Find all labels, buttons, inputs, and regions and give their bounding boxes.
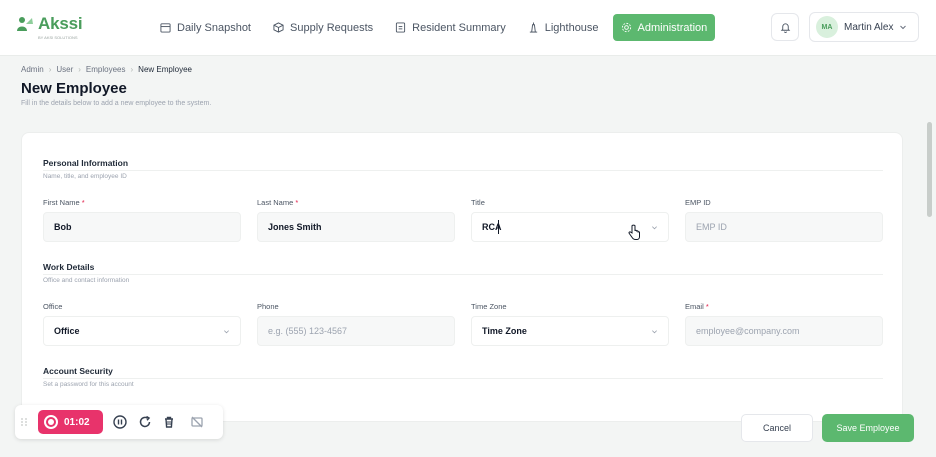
nav-daily-snapshot[interactable]: Daily Snapshot bbox=[152, 14, 259, 41]
pause-icon[interactable] bbox=[113, 415, 127, 429]
record-icon bbox=[44, 415, 58, 429]
box-icon bbox=[273, 22, 284, 33]
drag-handle-icon[interactable] bbox=[20, 417, 28, 427]
breadcrumb-separator-icon: › bbox=[130, 65, 134, 74]
page-scrollbar[interactable] bbox=[927, 122, 932, 217]
emp-id-field[interactable]: EMP ID bbox=[685, 212, 883, 242]
nav-supply-requests[interactable]: Supply Requests bbox=[265, 14, 381, 41]
last-name-value: Jones Smith bbox=[268, 222, 322, 232]
section-divider bbox=[43, 378, 883, 379]
breadcrumb-admin[interactable]: Admin bbox=[21, 65, 44, 74]
office-label: Office bbox=[43, 302, 63, 311]
section-personal-subtitle: Name, title, and employee ID bbox=[43, 173, 127, 180]
logo-tagline: BY AKSI SOLUTIONS bbox=[38, 35, 78, 40]
recording-timer: 01:02 bbox=[64, 416, 90, 428]
logo-icon bbox=[17, 17, 33, 31]
chevron-down-icon bbox=[224, 330, 229, 334]
nav-resident-summary-label: Resident Summary bbox=[412, 21, 506, 34]
trash-icon[interactable] bbox=[162, 415, 176, 429]
office-value: Office bbox=[54, 326, 80, 336]
logo-text: Akssi bbox=[38, 14, 83, 33]
first-name-value: Bob bbox=[54, 222, 72, 232]
hand-cursor-icon bbox=[628, 224, 640, 240]
stop-recording-button[interactable]: 01:02 bbox=[38, 410, 103, 434]
breadcrumb-current: New Employee bbox=[138, 65, 192, 74]
lighthouse-icon bbox=[529, 22, 537, 33]
screen-recorder-toolbar: 01:02 bbox=[15, 405, 223, 439]
nav-administration-label: Administration bbox=[637, 21, 708, 34]
nav-lighthouse-label: Lighthouse bbox=[544, 21, 599, 34]
chevron-down-icon bbox=[652, 226, 657, 230]
nav-resident-summary[interactable]: Resident Summary bbox=[387, 14, 514, 41]
section-work-title: Work Details bbox=[43, 262, 95, 272]
nav-administration[interactable]: Administration bbox=[612, 14, 716, 41]
phone-field[interactable]: e.g. (555) 123-4567 bbox=[257, 316, 455, 346]
breadcrumb-user[interactable]: User bbox=[56, 65, 73, 74]
app-logo[interactable]: Akssi BY AKSI SOLUTIONS bbox=[16, 14, 83, 40]
document-icon bbox=[396, 22, 406, 33]
phone-placeholder: e.g. (555) 123-4567 bbox=[268, 326, 348, 336]
first-name-label: First Name * bbox=[43, 198, 85, 207]
avatar: MA bbox=[816, 16, 838, 38]
section-personal-title: Personal Information bbox=[43, 158, 129, 168]
employee-form-card: Personal Information Name, title, and em… bbox=[21, 132, 903, 422]
camera-off-icon[interactable] bbox=[190, 415, 204, 429]
breadcrumb: Admin › User › Employees › New Employee bbox=[21, 65, 192, 74]
page-title: New Employee bbox=[21, 80, 127, 97]
save-employee-button[interactable]: Save Employee bbox=[822, 414, 914, 442]
breadcrumb-separator-icon: › bbox=[48, 65, 52, 74]
cancel-button[interactable]: Cancel bbox=[741, 414, 813, 442]
phone-label: Phone bbox=[257, 302, 279, 311]
restart-icon[interactable] bbox=[138, 415, 152, 429]
title-label: Title bbox=[471, 198, 485, 207]
nav-supply-requests-label: Supply Requests bbox=[290, 21, 374, 34]
chevron-down-icon bbox=[652, 330, 657, 334]
email-field[interactable]: employee@company.com bbox=[685, 316, 883, 346]
top-navbar: Akssi BY AKSI SOLUTIONS Daily Snapshot S… bbox=[0, 0, 936, 56]
gear-icon bbox=[621, 22, 631, 33]
page-subtitle: Fill in the details below to add a new e… bbox=[21, 100, 212, 107]
section-security-title: Account Security bbox=[43, 366, 113, 376]
email-label: Email * bbox=[685, 302, 709, 311]
time-zone-label: Time Zone bbox=[471, 302, 507, 311]
last-name-label: Last Name * bbox=[257, 198, 299, 207]
breadcrumb-employees[interactable]: Employees bbox=[86, 65, 126, 74]
time-zone-select[interactable]: Time Zone bbox=[471, 316, 669, 346]
last-name-field[interactable]: Jones Smith bbox=[257, 212, 455, 242]
office-select[interactable]: Office bbox=[43, 316, 241, 346]
section-security-subtitle: Set a password for this account bbox=[43, 381, 134, 388]
section-divider bbox=[43, 274, 883, 275]
user-menu[interactable]: MA Martin Alex bbox=[809, 12, 919, 42]
calendar-icon bbox=[160, 23, 171, 33]
time-zone-value: Time Zone bbox=[482, 326, 527, 336]
emp-id-label: EMP ID bbox=[685, 198, 711, 207]
text-caret bbox=[498, 220, 499, 234]
first-name-field[interactable]: Bob bbox=[43, 212, 241, 242]
section-work-subtitle: Office and contact information bbox=[43, 277, 130, 284]
bell-icon bbox=[780, 22, 790, 33]
email-placeholder: employee@company.com bbox=[696, 326, 800, 336]
breadcrumb-separator-icon: › bbox=[78, 65, 81, 74]
chevron-down-icon bbox=[900, 25, 907, 30]
nav-lighthouse[interactable]: Lighthouse bbox=[520, 14, 607, 41]
notifications-button[interactable] bbox=[771, 13, 799, 41]
nav-daily-snapshot-label: Daily Snapshot bbox=[177, 21, 251, 34]
emp-id-placeholder: EMP ID bbox=[696, 222, 727, 232]
user-name: Martin Alex bbox=[844, 21, 894, 33]
section-divider bbox=[43, 170, 883, 171]
main-nav: Daily Snapshot Supply Requests Resident … bbox=[152, 14, 716, 41]
